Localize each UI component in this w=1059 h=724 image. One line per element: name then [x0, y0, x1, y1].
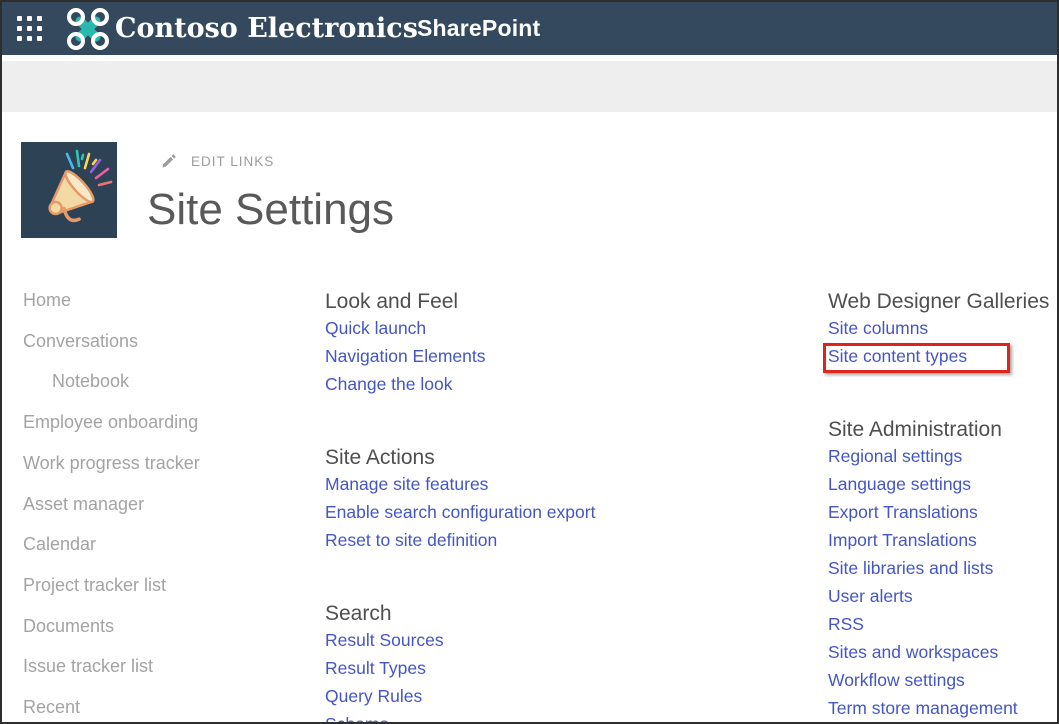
edit-links-button[interactable]: EDIT LINKS — [161, 153, 274, 169]
link-manage-site-features[interactable]: Manage site features — [325, 474, 488, 494]
section-site-actions: Site Actions Manage site features Enable… — [325, 445, 805, 555]
section-heading: Site Administration — [828, 417, 1048, 443]
section-search: Search Result Sources Result Types Query… — [325, 601, 805, 724]
link-term-store-management[interactable]: Term store management — [828, 698, 1018, 718]
link-site-libraries-and-lists[interactable]: Site libraries and lists — [828, 558, 993, 578]
settings-column-right: Web Designer Galleries Site columns Site… — [828, 289, 1048, 723]
sidebar-item-asset-manager[interactable]: Asset manager — [23, 484, 303, 525]
link-rss[interactable]: RSS — [828, 614, 864, 634]
link-quick-launch[interactable]: Quick launch — [325, 318, 426, 338]
sidebar-item-notebook[interactable]: Notebook — [23, 361, 303, 402]
brand[interactable]: Contoso Electronics — [65, 6, 418, 52]
sidebar-item-work-progress-tracker[interactable]: Work progress tracker — [23, 443, 303, 484]
sidebar-item-conversations[interactable]: Conversations — [23, 321, 303, 362]
link-change-the-look[interactable]: Change the look — [325, 374, 452, 394]
brand-name: Contoso Electronics — [115, 13, 418, 44]
link-reset-to-site-definition[interactable]: Reset to site definition — [325, 530, 497, 550]
link-schema[interactable]: Schema — [325, 714, 389, 724]
sidebar-item-employee-onboarding[interactable]: Employee onboarding — [23, 402, 303, 443]
sidebar-item-home[interactable]: Home — [23, 280, 303, 321]
sidebar-item-project-tracker-list[interactable]: Project tracker list — [23, 565, 303, 606]
link-enable-search-configuration-export[interactable]: Enable search configuration export — [325, 502, 595, 522]
link-navigation-elements[interactable]: Navigation Elements — [325, 346, 486, 366]
sharepoint-site-settings-page: Contoso Electronics SharePoint — [0, 0, 1059, 724]
section-heading: Site Actions — [325, 445, 805, 471]
section-site-administration: Site Administration Regional settings La… — [828, 417, 1048, 723]
app-launcher-waffle-icon[interactable] — [16, 15, 43, 42]
quick-launch-nav: Home Conversations Notebook Employee onb… — [23, 280, 303, 724]
link-result-types[interactable]: Result Types — [325, 658, 426, 678]
link-language-settings[interactable]: Language settings — [828, 474, 971, 494]
page-title: Site Settings — [147, 185, 394, 235]
ribbon-strip — [2, 61, 1057, 112]
link-sites-and-workspaces[interactable]: Sites and workspaces — [828, 642, 998, 662]
sharepoint-label[interactable]: SharePoint — [417, 15, 540, 42]
section-look-and-feel: Look and Feel Quick launch Navigation El… — [325, 289, 805, 399]
section-heading: Search — [325, 601, 805, 627]
section-heading: Look and Feel — [325, 289, 805, 315]
link-export-translations[interactable]: Export Translations — [828, 502, 978, 522]
sidebar-item-issue-tracker-list[interactable]: Issue tracker list — [23, 646, 303, 687]
link-import-translations[interactable]: Import Translations — [828, 530, 977, 550]
link-query-rules[interactable]: Query Rules — [325, 686, 422, 706]
pencil-icon — [161, 153, 177, 169]
settings-column-middle: Look and Feel Quick launch Navigation El… — [325, 289, 805, 724]
site-logo-megaphone[interactable] — [21, 142, 117, 238]
link-workflow-settings[interactable]: Workflow settings — [828, 670, 965, 690]
link-site-content-types[interactable]: Site content types — [828, 346, 967, 366]
link-user-alerts[interactable]: User alerts — [828, 586, 913, 606]
suite-bar: Contoso Electronics SharePoint — [2, 2, 1057, 55]
edit-links-label: EDIT LINKS — [191, 154, 274, 169]
link-site-columns[interactable]: Site columns — [828, 318, 928, 338]
section-heading: Web Designer Galleries — [828, 289, 1048, 315]
section-web-designer-galleries: Web Designer Galleries Site columns Site… — [828, 289, 1048, 371]
sidebar-item-recent[interactable]: Recent — [23, 687, 303, 724]
sidebar-item-calendar[interactable]: Calendar — [23, 524, 303, 565]
sidebar-item-documents[interactable]: Documents — [23, 606, 303, 647]
link-result-sources[interactable]: Result Sources — [325, 630, 444, 650]
link-regional-settings[interactable]: Regional settings — [828, 446, 962, 466]
contoso-drone-logo-icon — [65, 6, 111, 52]
